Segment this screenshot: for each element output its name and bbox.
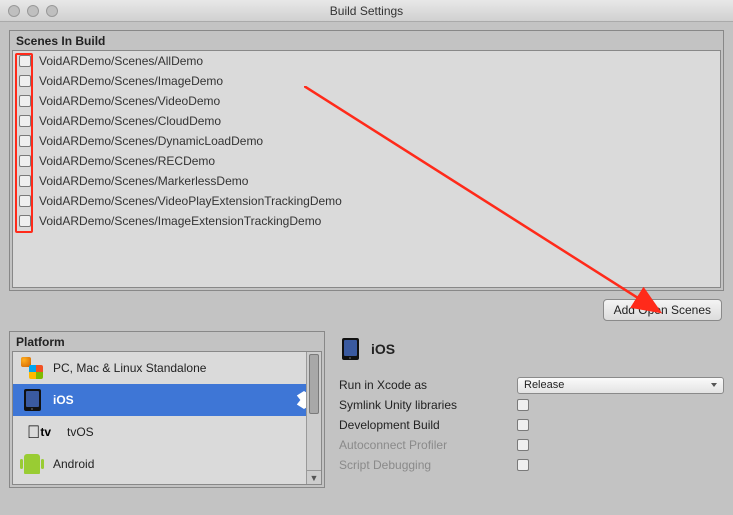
pc-icon (21, 357, 43, 379)
setting-label: Script Debugging (339, 458, 517, 472)
setting-checkbox (517, 439, 529, 451)
scene-path-label: VoidARDemo/Scenes/DynamicLoadDemo (39, 134, 263, 148)
scene-checkbox[interactable] (19, 155, 31, 167)
platform-panel: Platform PC, Mac & Linux Standalone iOS t… (9, 331, 325, 488)
setting-label: Development Build (339, 418, 517, 432)
platform-row-tvos[interactable]: tv tvOS (13, 416, 321, 448)
setting-checkbox[interactable] (517, 399, 529, 411)
setting-checkbox (517, 459, 529, 471)
setting-row: Development Build (339, 415, 724, 435)
scrollbar-thumb[interactable] (309, 354, 319, 414)
scene-row[interactable]: VoidARDemo/Scenes/CloudDemo (13, 111, 720, 131)
scene-row[interactable]: VoidARDemo/Scenes/ImageExtensionTracking… (13, 211, 720, 231)
scene-checkbox[interactable] (19, 215, 31, 227)
setting-row: Symlink Unity libraries (339, 395, 724, 415)
platform-detail-icon (339, 338, 361, 360)
setting-label: Symlink Unity libraries (339, 398, 517, 412)
add-open-scenes-button[interactable]: Add Open Scenes (603, 299, 722, 321)
run-in-xcode-select[interactable]: Release (517, 377, 724, 394)
setting-label: Autoconnect Profiler (339, 438, 517, 452)
scene-row[interactable]: VoidARDemo/Scenes/AllDemo (13, 51, 720, 71)
scene-row[interactable]: VoidARDemo/Scenes/MarkerlessDemo (13, 171, 720, 191)
scene-path-label: VoidARDemo/Scenes/VideoPlayExtensionTrac… (39, 194, 342, 208)
platform-row-ios[interactable]: iOS (13, 384, 321, 416)
platform-label: iOS (53, 393, 285, 407)
scene-path-label: VoidARDemo/Scenes/CloudDemo (39, 114, 221, 128)
platform-scrollbar[interactable]: ▼ (306, 352, 321, 484)
scene-checkbox[interactable] (19, 135, 31, 147)
platform-detail-title: iOS (371, 341, 395, 357)
platform-detail-panel: iOS Run in Xcode asReleaseSymlink Unity … (339, 331, 724, 488)
scene-checkbox[interactable] (19, 55, 31, 67)
scene-path-label: VoidARDemo/Scenes/ImageDemo (39, 74, 223, 88)
platform-label: Android (53, 457, 313, 471)
platform-row-android[interactable]: Android (13, 448, 321, 480)
scene-path-label: VoidARDemo/Scenes/ImageExtensionTracking… (39, 214, 321, 228)
scene-checkbox[interactable] (19, 95, 31, 107)
scene-row[interactable]: VoidARDemo/Scenes/ImageDemo (13, 71, 720, 91)
setting-label: Run in Xcode as (339, 378, 517, 392)
platform-list[interactable]: PC, Mac & Linux Standalone iOS tv tvOS Andr… (12, 351, 322, 485)
traffic-lights (8, 5, 58, 17)
scene-row[interactable]: VoidARDemo/Scenes/VideoPlayExtensionTrac… (13, 191, 720, 211)
appletv-icon: tv (21, 421, 57, 443)
zoom-window-button[interactable] (46, 5, 58, 17)
setting-row: Autoconnect Profiler (339, 435, 724, 455)
android-icon (21, 453, 43, 475)
scene-checkbox[interactable] (19, 195, 31, 207)
scrollbar-down-button[interactable]: ▼ (307, 470, 321, 484)
scene-path-label: VoidARDemo/Scenes/RECDemo (39, 154, 215, 168)
scene-row[interactable]: VoidARDemo/Scenes/VideoDemo (13, 91, 720, 111)
setting-row: Run in Xcode asRelease (339, 375, 724, 395)
platform-label: PC, Mac & Linux Standalone (53, 361, 313, 375)
scene-path-label: VoidARDemo/Scenes/AllDemo (39, 54, 203, 68)
scene-row[interactable]: VoidARDemo/Scenes/DynamicLoadDemo (13, 131, 720, 151)
scenes-list[interactable]: VoidARDemo/Scenes/AllDemo VoidARDemo/Scen… (12, 50, 721, 288)
scenes-panel-label: Scenes In Build (10, 31, 723, 50)
scene-row[interactable]: VoidARDemo/Scenes/RECDemo (13, 151, 720, 171)
close-window-button[interactable] (8, 5, 20, 17)
platform-row-pc-mac-linux-standalone[interactable]: PC, Mac & Linux Standalone (13, 352, 321, 384)
setting-checkbox[interactable] (517, 419, 529, 431)
minimize-window-button[interactable] (27, 5, 39, 17)
window-titlebar: Build Settings (0, 0, 733, 22)
platform-label: tvOS (67, 425, 313, 439)
scene-path-label: VoidARDemo/Scenes/VideoDemo (39, 94, 220, 108)
scene-path-label: VoidARDemo/Scenes/MarkerlessDemo (39, 174, 248, 188)
scenes-in-build-panel: Scenes In Build VoidARDemo/Scenes/AllDem… (9, 30, 724, 291)
scene-checkbox[interactable] (19, 115, 31, 127)
scene-checkbox[interactable] (19, 75, 31, 87)
platform-panel-label: Platform (10, 332, 324, 351)
window-title: Build Settings (0, 4, 733, 18)
setting-row: Script Debugging (339, 455, 724, 475)
scene-checkbox[interactable] (19, 175, 31, 187)
tablet-icon (21, 389, 43, 411)
